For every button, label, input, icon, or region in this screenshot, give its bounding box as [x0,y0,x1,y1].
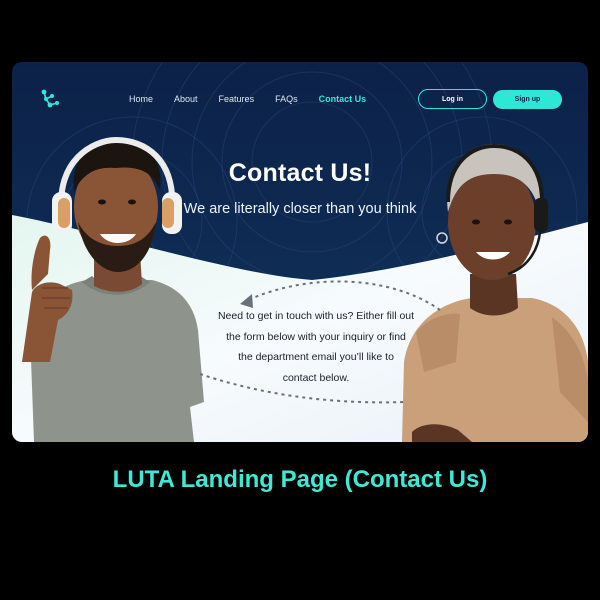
signup-button[interactable]: Sign up [493,90,562,109]
luta-molecule-icon[interactable] [39,88,61,110]
nav-contact-us[interactable]: Contact Us [319,94,367,104]
main-nav: Home About Features FAQs Contact Us [129,94,387,104]
page-subtitle: We are literally closer than you think [183,201,417,217]
nav-home[interactable]: Home [129,94,153,104]
intro-line: contact below. [282,371,350,384]
login-button[interactable]: Log in [418,89,487,109]
landing-page-preview: Home About Features FAQs Contact Us Log … [12,62,588,442]
page-title: Contact Us! [228,159,372,187]
intro-line: the department email you’ll like to [238,351,394,363]
intro-line: Need to get in touch with us? Either fil… [217,310,415,322]
intro-paragraph: Need to get in touch with us? Either fil… [188,306,444,388]
nav-features[interactable]: Features [219,94,255,104]
nav-faqs[interactable]: FAQs [275,94,298,104]
project-caption: LUTA Landing Page (Contact Us) [112,466,488,493]
intro-line: the form below with your inquiry or find [226,330,406,343]
nav-about[interactable]: About [174,94,198,104]
